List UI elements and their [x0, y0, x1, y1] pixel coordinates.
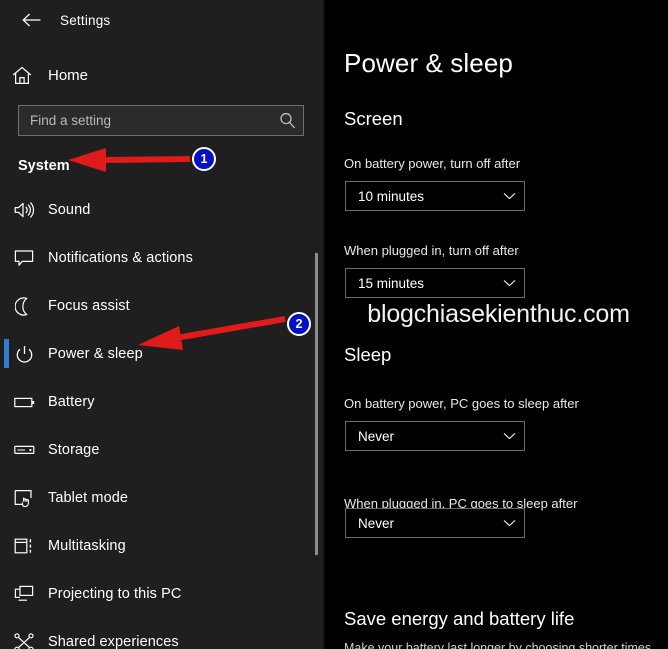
sidebar-item-sound-label: Sound — [48, 202, 91, 218]
search-input[interactable] — [19, 112, 271, 129]
sidebar-item-focus-assist-label: Focus assist — [48, 298, 130, 314]
sidebar-nav-list: Sound Notifications & actions Focus assi… — [0, 186, 325, 649]
sidebar-item-tablet-mode[interactable]: Tablet mode — [0, 474, 325, 522]
chevron-down-icon — [494, 519, 524, 527]
sidebar-item-storage[interactable]: Storage — [0, 426, 325, 474]
group-heading-sleep: Sleep — [344, 344, 392, 365]
sidebar-item-multitasking[interactable]: Multitasking — [0, 522, 325, 570]
sidebar-item-storage-label: Storage — [48, 442, 100, 458]
sidebar-item-focus-assist[interactable]: Focus assist — [0, 282, 325, 330]
search-box[interactable] — [18, 105, 304, 136]
sidebar-item-battery[interactable]: Battery — [0, 378, 325, 426]
moon-icon — [0, 296, 48, 316]
sidebar-item-sound[interactable]: Sound — [0, 186, 325, 234]
sidebar-item-shared-experiences-label: Shared experiences — [48, 634, 179, 649]
group-heading-save-energy: Save energy and battery life — [344, 608, 575, 629]
sidebar-item-battery-label: Battery — [48, 394, 95, 410]
sidebar-item-power-sleep-label: Power & sleep — [48, 346, 143, 362]
field-label-screen-plugged: When plugged in, turn off after — [344, 243, 519, 258]
title-bar: Settings — [0, 0, 325, 40]
sidebar-scrollbar-thumb[interactable] — [315, 253, 318, 555]
sidebar-item-notifications-actions-label: Notifications & actions — [48, 250, 193, 266]
chevron-down-icon — [494, 432, 524, 440]
dropdown-sleep-on-battery-value: Never — [358, 428, 395, 444]
sidebar-item-projecting-to-this-pc-label: Projecting to this PC — [48, 586, 182, 602]
dropdown-screen-on-battery[interactable]: 10 minutes — [345, 181, 525, 211]
battery-icon — [0, 396, 48, 409]
dropdown-sleep-on-battery[interactable]: Never — [345, 421, 525, 451]
multitasking-icon — [0, 537, 48, 555]
truncated-paragraph: Make your battery last longer by choosin… — [344, 641, 652, 649]
sidebar-item-multitasking-label: Multitasking — [48, 538, 126, 554]
tablet-touch-icon — [0, 489, 48, 508]
sidebar-item-power-sleep[interactable]: Power & sleep — [0, 330, 325, 378]
chat-bubble-icon — [0, 249, 48, 267]
speaker-icon — [0, 201, 48, 219]
page-title: Power & sleep — [344, 48, 513, 78]
project-screen-icon — [0, 585, 48, 603]
main-content: Power & sleep Screen On battery power, t… — [325, 0, 668, 649]
app-title: Settings — [60, 12, 111, 28]
field-label-sleep-battery: On battery power, PC goes to sleep after — [344, 396, 579, 411]
dropdown-sleep-plugged-in-value: Never — [358, 515, 395, 531]
callout-badge-2: 2 — [287, 312, 311, 336]
sidebar-item-tablet-mode-label: Tablet mode — [48, 490, 129, 506]
chevron-down-icon — [494, 192, 524, 200]
settings-window: Settings Home System — [0, 0, 668, 649]
dropdown-sleep-plugged-in[interactable]: Never — [345, 508, 525, 538]
selection-indicator — [4, 339, 9, 368]
storage-icon — [0, 444, 48, 456]
sidebar-item-shared-experiences[interactable]: Shared experiences — [0, 618, 325, 649]
callout-badge-1: 1 — [192, 147, 216, 171]
sidebar-section-header: System — [18, 158, 70, 174]
dropdown-screen-plugged-in[interactable]: 15 minutes — [345, 268, 525, 298]
field-label-screen-battery: On battery power, turn off after — [344, 156, 521, 171]
sidebar-item-home-label: Home — [48, 66, 89, 84]
home-icon — [0, 66, 44, 85]
sidebar: Settings Home System — [0, 0, 325, 649]
back-arrow-icon — [21, 13, 41, 27]
dropdown-screen-plugged-in-value: 15 minutes — [358, 275, 425, 291]
sidebar-item-home[interactable]: Home — [0, 58, 310, 92]
chevron-down-icon — [494, 279, 524, 287]
back-button[interactable] — [8, 4, 54, 36]
search-icon[interactable] — [271, 112, 303, 129]
sidebar-item-notifications-actions[interactable]: Notifications & actions — [0, 234, 325, 282]
share-nodes-icon — [0, 632, 48, 649]
group-heading-screen: Screen — [344, 108, 403, 129]
sidebar-item-projecting-to-this-pc[interactable]: Projecting to this PC — [0, 570, 325, 618]
dropdown-screen-on-battery-value: 10 minutes — [358, 188, 425, 204]
